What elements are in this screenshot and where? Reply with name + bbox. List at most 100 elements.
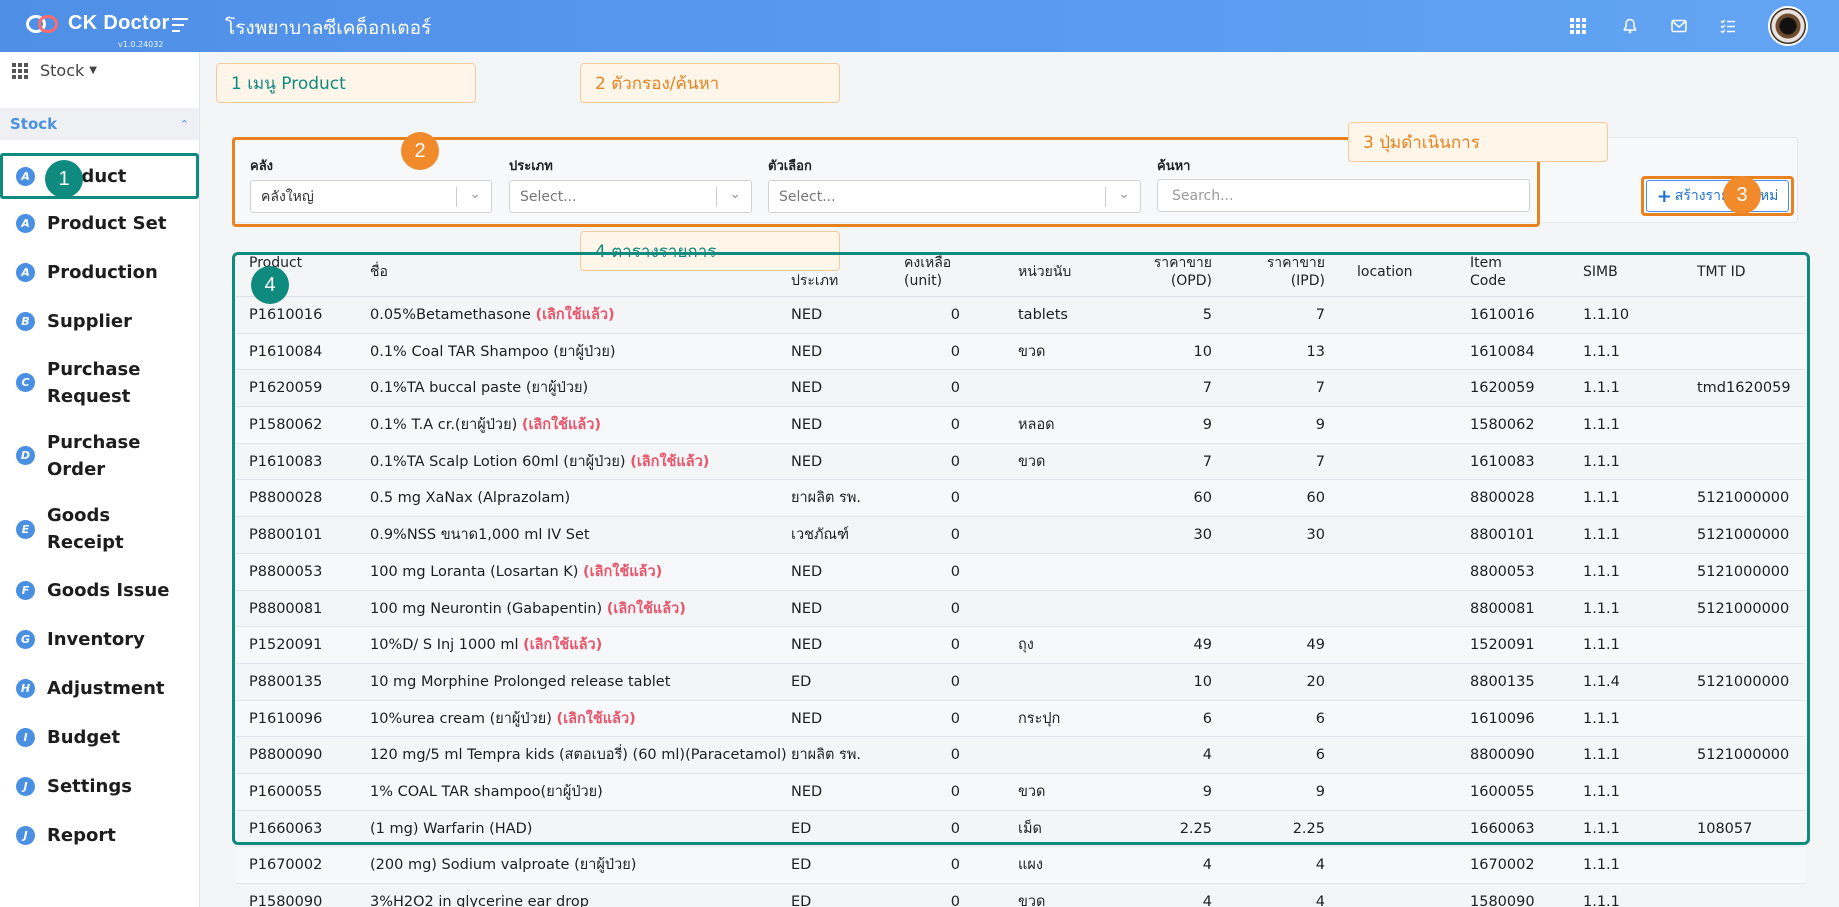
sidebar-section-label: Stock: [10, 115, 58, 133]
top-bar: CK Doctor v1.0.24032 โรงพยาบาลซีเคด็อกเต…: [0, 0, 1839, 52]
badge-j-icon: J: [16, 826, 35, 845]
cell-product: P1670002: [249, 847, 322, 883]
warehouse-select[interactable]: คลังใหญ่ ⌄: [250, 180, 492, 213]
cell-price-opd-text: 4: [1202, 894, 1212, 907]
badge-e-icon: E: [16, 519, 35, 539]
sidebar-item-label: Goods Issue: [47, 580, 170, 601]
sidebar-item-report[interactable]: J Report: [0, 811, 199, 860]
badge-h-icon: H: [16, 679, 35, 698]
sidebar-item-label: Supplier: [47, 311, 132, 332]
callout-product-menu: 1 เมนู Product: [216, 63, 476, 103]
sidebar-item-goods-issue[interactable]: F Goods Issue: [0, 566, 199, 615]
sidebar-nav: A Product A Product Set A Production B S…: [0, 153, 199, 860]
cell-product-text: P1670002: [249, 857, 323, 874]
sidebar-item-label: Inventory: [47, 629, 145, 650]
sidebar-item-production[interactable]: A Production: [0, 248, 199, 297]
sidebar-item-product-set[interactable]: A Product Set: [0, 199, 199, 248]
cell-price-ipd-text: 4: [1315, 894, 1325, 907]
sidebar-item-inventory[interactable]: G Inventory: [0, 615, 199, 664]
badge-j-icon: J: [16, 777, 35, 796]
sidebar-item-label: Product Set: [47, 213, 167, 234]
sidebar-item-label: Goods Receipt: [47, 505, 124, 553]
cell-unit: แผง: [1018, 847, 1043, 883]
search-input[interactable]: Search...: [1157, 179, 1530, 212]
badge-b-icon: B: [16, 312, 35, 331]
sidebar-item-supplier[interactable]: B Supplier: [0, 297, 199, 346]
sidebar-section-stock[interactable]: Stock ⌃: [0, 108, 199, 140]
warehouse-label: คลัง: [250, 159, 274, 174]
sidebar-item-purchase-order[interactable]: D Purchase Order: [0, 419, 199, 492]
cell-type: ED: [791, 884, 811, 907]
cell-name-text: (200 mg) Sodium valproate (ยาผู้ป่วย): [370, 857, 637, 874]
cell-remain-text: 0: [950, 894, 960, 907]
cell-item-code-text: 1670002: [1470, 857, 1535, 874]
cell-name-text: 3%H2O2 in glycerine ear drop: [370, 894, 589, 907]
chevron-down-icon: ⌄: [1118, 186, 1130, 202]
cell-item-code: 1580090: [1470, 884, 1535, 907]
table-row[interactable]: P1670002 (200 mg) Sodium valproate (ยาผู้…: [236, 847, 1805, 884]
type-label: ประเภท: [509, 159, 553, 174]
sidebar-item-label: Adjustment: [47, 678, 165, 699]
sidebar-item-goods-receipt[interactable]: E Goods Receipt: [0, 492, 199, 566]
annotation-number-4: 4: [251, 266, 289, 304]
sidebar-item-purchase-request[interactable]: C Purchase Request: [0, 346, 199, 419]
mail-icon[interactable]: [1669, 16, 1689, 36]
cell-product-text: P1580090: [249, 894, 323, 907]
annotation-number-3: 3: [1723, 176, 1761, 214]
cell-simb-text: 1.1.1: [1583, 894, 1620, 907]
cell-item-code-text: 1580090: [1470, 894, 1535, 907]
option-select-placeholder: Select...: [779, 188, 836, 205]
type-select-placeholder: Select...: [520, 188, 577, 205]
cell-remain: 0: [904, 884, 960, 907]
chevron-down-icon: ⌄: [469, 186, 481, 202]
table-row[interactable]: P1580090 3%H2O2 in glycerine ear drop ED 0 ข…: [236, 884, 1805, 907]
chevron-up-icon: ⌃: [179, 117, 189, 131]
cell-simb: 1.1.1: [1583, 884, 1620, 907]
bell-icon[interactable]: [1620, 16, 1640, 36]
cell-simb-text: 1.1.1: [1583, 857, 1620, 874]
sidebar-item-product[interactable]: A Product: [0, 153, 199, 199]
sidebar-item-settings[interactable]: J Settings: [0, 762, 199, 811]
badge-i-icon: I: [16, 728, 35, 747]
module-selector[interactable]: Stock ▼: [12, 61, 97, 80]
cell-price-opd: 4: [1136, 847, 1212, 883]
sidebar-item-budget[interactable]: I Budget: [0, 713, 199, 762]
sidebar: Stock ▼ Stock ⌃ A Product A Product Set …: [0, 52, 200, 907]
hospital-name: โรงพยาบาลซีเคด็อกเตอร์: [225, 17, 432, 39]
sidebar-item-label: Report: [47, 825, 116, 846]
option-label: ตัวเลือก: [768, 159, 812, 174]
logo-icon: [26, 13, 62, 35]
menu-toggle-icon[interactable]: [172, 18, 188, 32]
cell-item-code: 1670002: [1470, 847, 1535, 883]
callout-action-button: 3 ปุ่มดำเนินการ: [1348, 122, 1608, 162]
module-selector-label: Stock: [40, 61, 85, 80]
cell-price-opd: 4: [1136, 884, 1212, 907]
cell-type: ED: [791, 847, 811, 883]
app-version: v1.0.24032: [118, 40, 164, 49]
badge-f-icon: F: [16, 581, 35, 600]
avatar[interactable]: [1768, 6, 1808, 46]
sidebar-item-label: Purchase Order: [47, 431, 141, 480]
sidebar-item-adjustment[interactable]: H Adjustment: [0, 664, 199, 713]
cell-name: (200 mg) Sodium valproate (ยาผู้ป่วย): [370, 847, 636, 883]
cell-price-ipd-text: 4: [1315, 857, 1325, 874]
checklist-icon[interactable]: [1718, 16, 1738, 36]
chevron-down-icon: ⌄: [729, 186, 741, 202]
cell-remain: 0: [904, 847, 960, 883]
type-select[interactable]: Select... ⌄: [509, 180, 752, 213]
cell-price-opd-text: 4: [1202, 857, 1212, 874]
apps-grid-icon[interactable]: [1568, 16, 1588, 36]
app-logo[interactable]: CK Doctor: [26, 12, 170, 35]
badge-g-icon: G: [16, 630, 35, 649]
cell-type-text: ED: [791, 857, 812, 874]
cell-name: 3%H2O2 in glycerine ear drop: [370, 884, 589, 907]
badge-a-icon: A: [16, 166, 35, 186]
badge-a-icon: A: [16, 214, 35, 233]
badge-c-icon: C: [16, 373, 35, 392]
option-select[interactable]: Select... ⌄: [768, 180, 1141, 213]
badge-a-icon: A: [16, 263, 35, 282]
sidebar-item-label: Settings: [47, 776, 132, 797]
annotation-number-2: 2: [401, 132, 439, 170]
sidebar-item-label: Budget: [47, 727, 121, 748]
caret-down-icon: ▼: [89, 65, 97, 76]
